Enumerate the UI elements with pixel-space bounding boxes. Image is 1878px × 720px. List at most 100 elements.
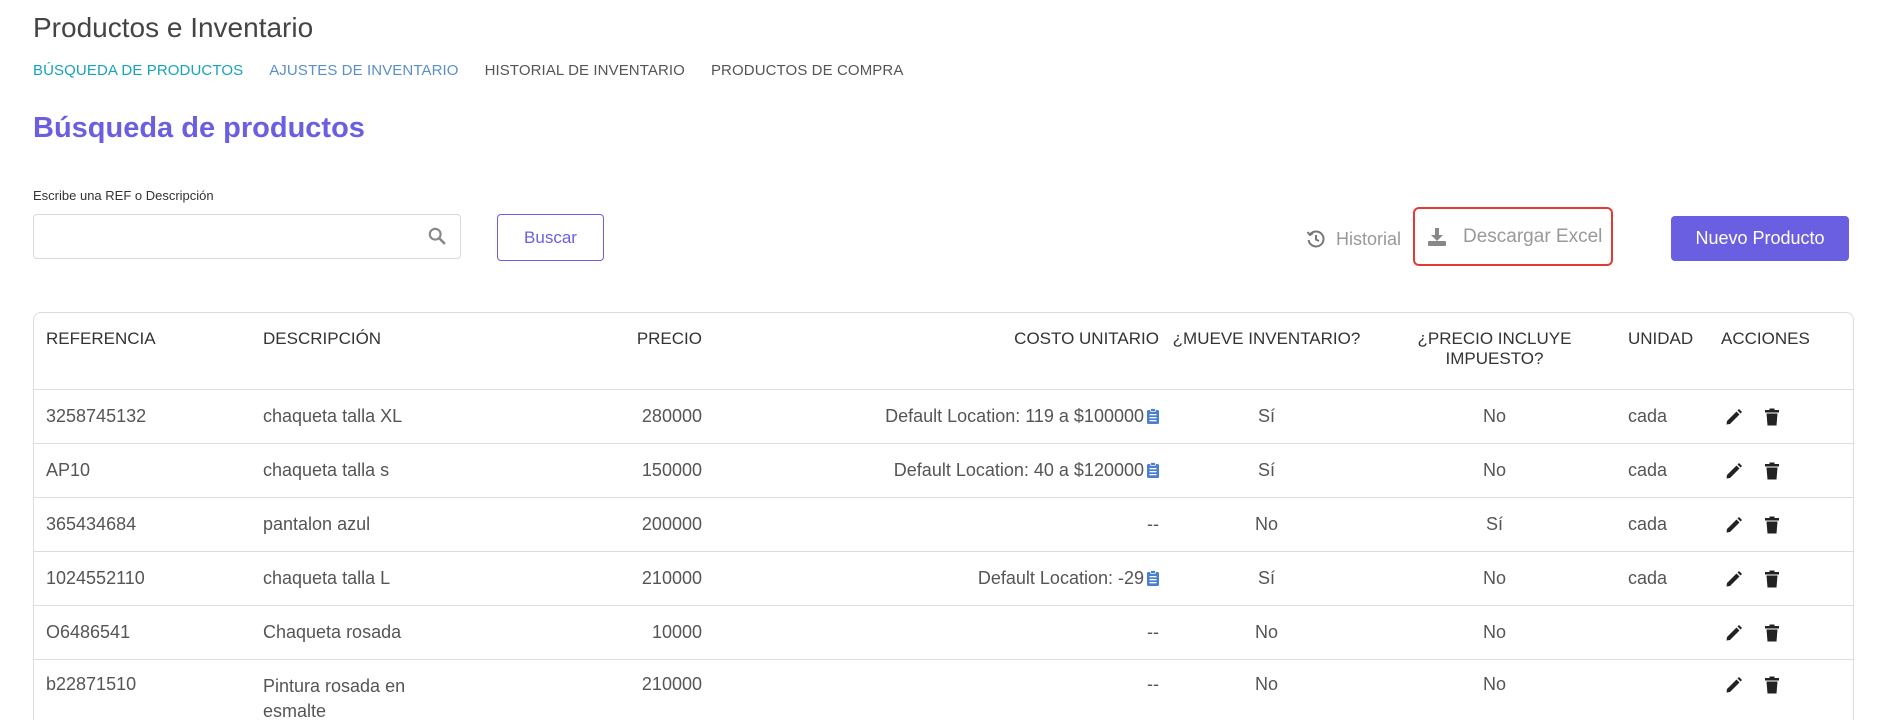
cell-costo: -- (703, 658, 1160, 720)
cell-mueve: No (1160, 658, 1373, 720)
search-box (33, 214, 461, 260)
cell-incluye: No (1373, 388, 1616, 443)
edit-icon[interactable] (1725, 462, 1743, 480)
cell-unidad (1616, 604, 1711, 659)
cell-desc: pantalon azul (263, 496, 463, 551)
tab-productos-compra[interactable]: PRODUCTOS DE COMPRA (711, 62, 903, 79)
historial-button[interactable]: Historial (1306, 224, 1401, 254)
costo-text: Default Location: -29 (977, 567, 1144, 588)
products-table-grid: REFERENCIA DESCRIPCIÓN PRECIO COSTO UNIT… (34, 313, 1853, 720)
historial-label: Historial (1336, 228, 1402, 249)
col-costo-unitario: COSTO UNITARIO (1014, 329, 1159, 348)
trash-icon[interactable] (1764, 516, 1780, 534)
cell-incluye: No (1373, 442, 1616, 497)
cell-desc: Chaqueta rosada (263, 604, 463, 659)
tab-bar: BÚSQUEDA DE PRODUCTOS AJUSTES DE INVENTA… (33, 62, 903, 79)
trash-icon[interactable] (1764, 676, 1780, 694)
cell-mueve: Sí (1160, 442, 1373, 497)
cell-desc: Pintura rosada en esmalte (263, 658, 463, 720)
cell-costo: Default Location: 119 a $100000 (703, 388, 1160, 443)
table-row: 365434684 pantalon azul 200000 -- No Sí … (34, 496, 1853, 551)
col-acciones: ACCIONES (1721, 329, 1810, 348)
cell-incluye: No (1373, 658, 1616, 720)
col-referencia: REFERENCIA (46, 329, 156, 348)
cell-ref: 365434684 (34, 496, 263, 551)
edit-icon[interactable] (1725, 624, 1743, 642)
clipboard-icon[interactable] (1147, 569, 1159, 586)
trash-icon[interactable] (1764, 570, 1780, 588)
descargar-label: Descargar Excel (1463, 225, 1603, 247)
trash-icon[interactable] (1764, 624, 1780, 642)
cell-desc: chaqueta talla XL (263, 388, 463, 443)
cell-mueve: No (1160, 496, 1373, 551)
col-incluye-line1: ¿PRECIO INCLUYE (1417, 329, 1572, 348)
clipboard-icon[interactable] (1147, 461, 1159, 478)
cell-unidad: cada (1616, 550, 1711, 605)
cell-precio: 280000 (463, 388, 703, 443)
table-row: 3258745132 chaqueta talla XL 280000 Defa… (34, 388, 1853, 443)
col-unidad: UNIDAD (1628, 329, 1694, 348)
search-button[interactable]: Buscar (497, 214, 604, 261)
edit-icon[interactable] (1725, 676, 1743, 694)
table-row: AP10 chaqueta talla s 150000 Default Loc… (34, 442, 1853, 497)
table-row: b22871510 Pintura rosada en esmalte 2100… (34, 658, 1853, 720)
cell-unidad: cada (1616, 496, 1711, 551)
cell-precio: 10000 (463, 604, 703, 659)
table-row: 1024552110 chaqueta talla L 210000 Defau… (34, 550, 1853, 605)
search-label: Escribe una REF o Descripción (33, 188, 214, 203)
page-title: Productos e Inventario (33, 12, 314, 43)
cell-unidad: cada (1616, 442, 1711, 497)
cell-costo: -- (703, 604, 1160, 659)
cell-costo: Default Location: 40 a $120000 (703, 442, 1160, 497)
cell-precio: 210000 (463, 550, 703, 605)
cell-acciones (1711, 496, 1853, 551)
cell-ref: AP10 (34, 442, 263, 497)
desc-text: Pintura rosada en esmalte (263, 675, 406, 720)
cell-mueve: Sí (1160, 388, 1373, 443)
trash-icon[interactable] (1764, 408, 1780, 426)
cell-incluye: Sí (1373, 496, 1616, 551)
nuevo-producto-button[interactable]: Nuevo Producto (1671, 216, 1849, 261)
cell-costo: Default Location: -29 (703, 550, 1160, 605)
edit-icon[interactable] (1725, 408, 1743, 426)
cell-unidad (1616, 658, 1711, 720)
cell-acciones (1711, 442, 1853, 497)
clipboard-icon[interactable] (1147, 407, 1159, 424)
cell-precio: 210000 (463, 658, 703, 720)
cell-acciones (1711, 388, 1853, 443)
section-title: Búsqueda de productos (33, 112, 365, 144)
products-table: REFERENCIA DESCRIPCIÓN PRECIO COSTO UNIT… (33, 312, 1854, 720)
col-mueve-inventario: ¿MUEVE INVENTARIO? (1172, 329, 1361, 348)
cell-mueve: Sí (1160, 550, 1373, 605)
cell-incluye: No (1373, 604, 1616, 659)
col-descripcion: DESCRIPCIÓN (263, 329, 382, 348)
cell-ref: b22871510 (34, 658, 263, 720)
table-header-row: REFERENCIA DESCRIPCIÓN PRECIO COSTO UNIT… (34, 313, 1853, 389)
search-icon[interactable] (428, 227, 446, 245)
cell-acciones (1711, 604, 1853, 659)
cell-acciones (1711, 658, 1853, 720)
cell-acciones (1711, 550, 1853, 605)
col-precio: PRECIO (636, 329, 702, 348)
cell-ref: 1024552110 (34, 550, 263, 605)
tab-historial-inventario[interactable]: HISTORIAL DE INVENTARIO (485, 62, 685, 79)
edit-icon[interactable] (1725, 516, 1743, 534)
trash-icon[interactable] (1764, 462, 1780, 480)
tab-ajustes-inventario[interactable]: AJUSTES DE INVENTARIO (269, 62, 458, 79)
page: Productos e Inventario BÚSQUEDA DE PRODU… (0, 0, 1878, 720)
download-icon (1428, 227, 1446, 246)
edit-icon[interactable] (1725, 570, 1743, 588)
search-input[interactable] (44, 215, 418, 260)
cell-desc: chaqueta talla s (263, 442, 463, 497)
descargar-excel-button[interactable]: Descargar Excel (1413, 207, 1613, 266)
history-icon (1306, 230, 1325, 248)
costo-text: Default Location: 119 a $100000 (885, 405, 1144, 426)
cell-ref: 3258745132 (34, 388, 263, 443)
cell-ref: O6486541 (34, 604, 263, 659)
cell-desc: chaqueta talla L (263, 550, 463, 605)
cell-precio: 150000 (463, 442, 703, 497)
cell-incluye: No (1373, 550, 1616, 605)
cell-unidad: cada (1616, 388, 1711, 443)
tab-busqueda-productos[interactable]: BÚSQUEDA DE PRODUCTOS (33, 62, 243, 79)
cell-mueve: No (1160, 604, 1373, 659)
